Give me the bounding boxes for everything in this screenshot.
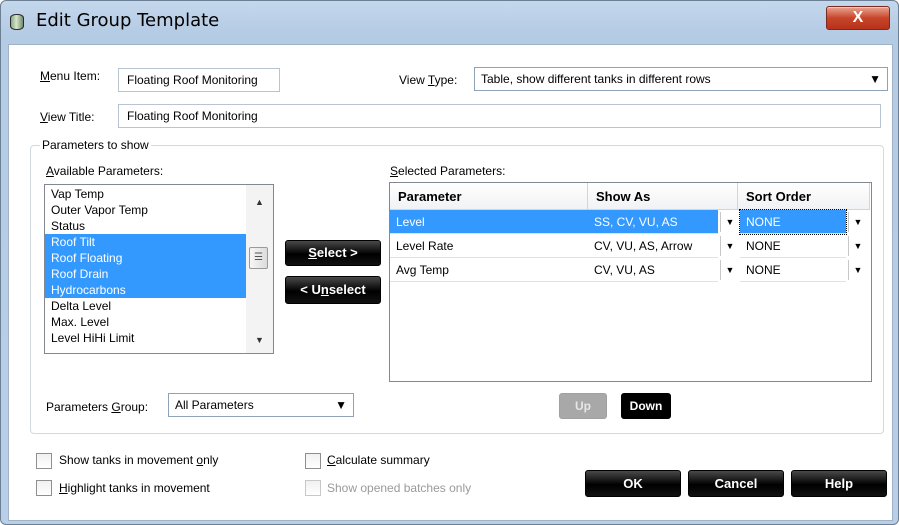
- chevron-down-icon[interactable]: ▼: [720, 236, 739, 256]
- column-header-parameter[interactable]: Parameter: [390, 183, 588, 210]
- scroll-thumb[interactable]: ☰: [249, 247, 268, 269]
- database-icon: [10, 14, 24, 30]
- menu-item-label-text: enu Item:: [50, 69, 101, 83]
- select-button[interactable]: Select >: [285, 240, 381, 266]
- selected-parameters-table[interactable]: Parameter Show As Sort Order Level SS, CV…: [389, 182, 872, 382]
- table-cell-parameter[interactable]: Level: [390, 210, 588, 234]
- select-button-rest: elect >: [316, 245, 358, 260]
- highlight-moving-label[interactable]: Highlight tanks in movement: [59, 481, 210, 495]
- available-list-scrollbar[interactable]: ▲ ☰ ▼: [246, 185, 273, 353]
- list-item[interactable]: Status: [45, 218, 247, 234]
- unselect-button[interactable]: < Unselect: [285, 276, 381, 304]
- scroll-down-icon[interactable]: ▼: [246, 331, 273, 349]
- available-parameters-label: Available Parameters:: [46, 164, 164, 178]
- chevron-down-icon[interactable]: ▼: [720, 212, 739, 232]
- select-button-accel: S: [308, 245, 317, 260]
- help-button[interactable]: Help: [791, 470, 887, 497]
- parameters-group-label: Parameters Group:: [46, 400, 149, 414]
- highlight-moving-checkbox[interactable]: [36, 480, 52, 496]
- cancel-button[interactable]: Cancel: [688, 470, 784, 497]
- table-cell-sort-order[interactable]: NONE: [740, 234, 846, 258]
- parameters-group-select[interactable]: All Parameters ▼: [168, 393, 354, 417]
- chevron-down-icon: ▼: [869, 72, 881, 86]
- scroll-up-icon[interactable]: ▲: [246, 193, 273, 211]
- view-type-label: View Type:: [399, 73, 458, 87]
- table-cell-parameter[interactable]: Avg Temp: [390, 258, 588, 282]
- list-item[interactable]: Delta Level: [45, 298, 247, 314]
- list-item[interactable]: Roof Floating: [45, 250, 247, 266]
- list-item[interactable]: Roof Tilt: [45, 234, 247, 250]
- available-parameters-list[interactable]: Vap Temp Outer Vapor Temp Status Roof Tilt R…: [44, 184, 274, 354]
- chevron-down-icon: ▼: [335, 398, 347, 412]
- show-moving-label[interactable]: Show tanks in movement only: [59, 453, 218, 467]
- column-header-show-as[interactable]: Show As: [588, 183, 738, 210]
- show-moving-checkbox[interactable]: [36, 453, 52, 469]
- parameters-group-title: Parameters to show: [40, 138, 151, 152]
- up-button[interactable]: Up: [559, 393, 607, 419]
- table-cell-show-as[interactable]: SS, CV, VU, AS: [588, 210, 718, 234]
- chevron-down-icon[interactable]: ▼: [848, 236, 867, 256]
- menu-item-label: Menu Item:: [40, 69, 101, 83]
- table-cell-sort-order[interactable]: NONE: [739, 209, 847, 235]
- unselect-button-accel: n: [320, 282, 329, 297]
- view-type-select[interactable]: Table, show different tanks in different…: [474, 67, 888, 91]
- selected-parameters-label: Selected Parameters:: [390, 164, 506, 178]
- menu-item-input[interactable]: Floating Roof Monitoring: [118, 68, 280, 92]
- chevron-down-icon[interactable]: ▼: [848, 260, 867, 280]
- show-opened-batches-label: Show opened batches only: [327, 481, 472, 495]
- ok-button[interactable]: OK: [585, 470, 681, 497]
- parameters-group-value: All Parameters: [175, 398, 254, 412]
- table-cell-parameter[interactable]: Level Rate: [390, 234, 588, 258]
- chevron-down-icon[interactable]: ▼: [720, 260, 739, 280]
- chevron-down-icon[interactable]: ▼: [848, 212, 867, 232]
- dialog-title: Edit Group Template: [36, 10, 220, 31]
- list-item[interactable]: Max. Level: [45, 314, 247, 330]
- table-cell-show-as[interactable]: CV, VU, AS, Arrow: [588, 234, 718, 258]
- calculate-summary-label[interactable]: Calculate summary: [327, 453, 430, 467]
- view-type-value: Table, show different tanks in different…: [481, 72, 711, 86]
- show-opened-batches-checkbox[interactable]: [305, 480, 321, 496]
- list-item[interactable]: Vap Temp: [45, 186, 247, 202]
- list-item[interactable]: Outer Vapor Temp: [45, 202, 247, 218]
- table-cell-sort-order[interactable]: NONE: [740, 258, 846, 282]
- down-button[interactable]: Down: [621, 393, 671, 419]
- calculate-summary-checkbox[interactable]: [305, 453, 321, 469]
- view-title-label: View Title:: [40, 110, 95, 124]
- list-item[interactable]: Hydrocarbons: [45, 282, 247, 298]
- column-header-sort-order[interactable]: Sort Order: [738, 183, 870, 210]
- close-button[interactable]: X: [826, 6, 890, 30]
- view-title-input[interactable]: Floating Roof Monitoring: [118, 104, 881, 128]
- list-item[interactable]: Roof Drain: [45, 266, 247, 282]
- list-item[interactable]: Level HiHi Limit: [45, 330, 247, 346]
- table-cell-show-as[interactable]: CV, VU, AS: [588, 258, 718, 282]
